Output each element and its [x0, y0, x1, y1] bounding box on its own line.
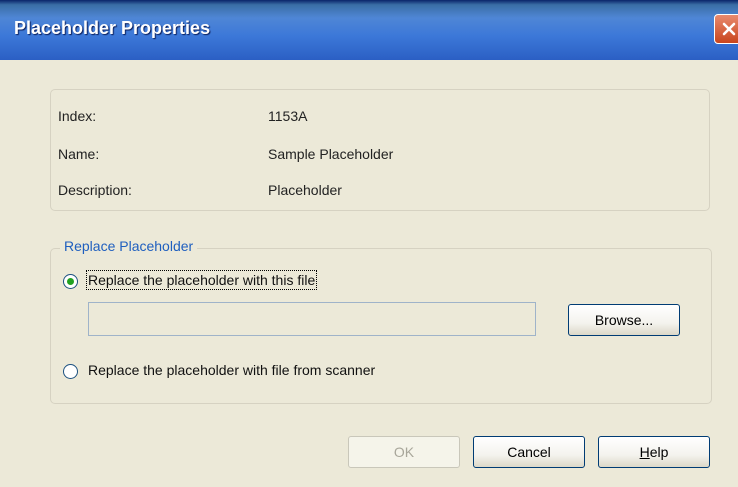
close-button[interactable] [714, 14, 738, 44]
replace-placeholder-legend: Replace Placeholder [60, 238, 198, 254]
ok-button[interactable]: OK [348, 436, 460, 468]
help-button-label-rest: elp [649, 444, 669, 460]
browse-button[interactable]: Browse... [568, 304, 680, 336]
index-label: Index: [58, 108, 97, 124]
description-value: Placeholder [268, 182, 342, 198]
file-path-input[interactable] [88, 302, 536, 336]
close-icon [722, 22, 736, 36]
help-mnemonic: H [639, 444, 650, 460]
title-bar[interactable]: Placeholder Properties [0, 0, 738, 60]
name-value: Sample Placeholder [268, 146, 394, 162]
name-label: Name: [58, 146, 100, 162]
help-button[interactable]: Help [598, 436, 710, 468]
window-title: Placeholder Properties [14, 18, 211, 38]
cancel-button[interactable]: Cancel [473, 436, 585, 468]
radio-selected-dot [67, 278, 74, 285]
radio-replace-with-file-label[interactable]: Replace the placeholder with this file [85, 270, 318, 290]
radio-replace-from-scanner[interactable] [63, 364, 78, 379]
radio-replace-from-scanner-label[interactable]: Replace the placeholder with file from s… [88, 362, 375, 378]
radio-replace-with-file[interactable] [63, 274, 78, 289]
description-label: Description: [58, 182, 132, 198]
index-value: 1153A [268, 108, 308, 124]
